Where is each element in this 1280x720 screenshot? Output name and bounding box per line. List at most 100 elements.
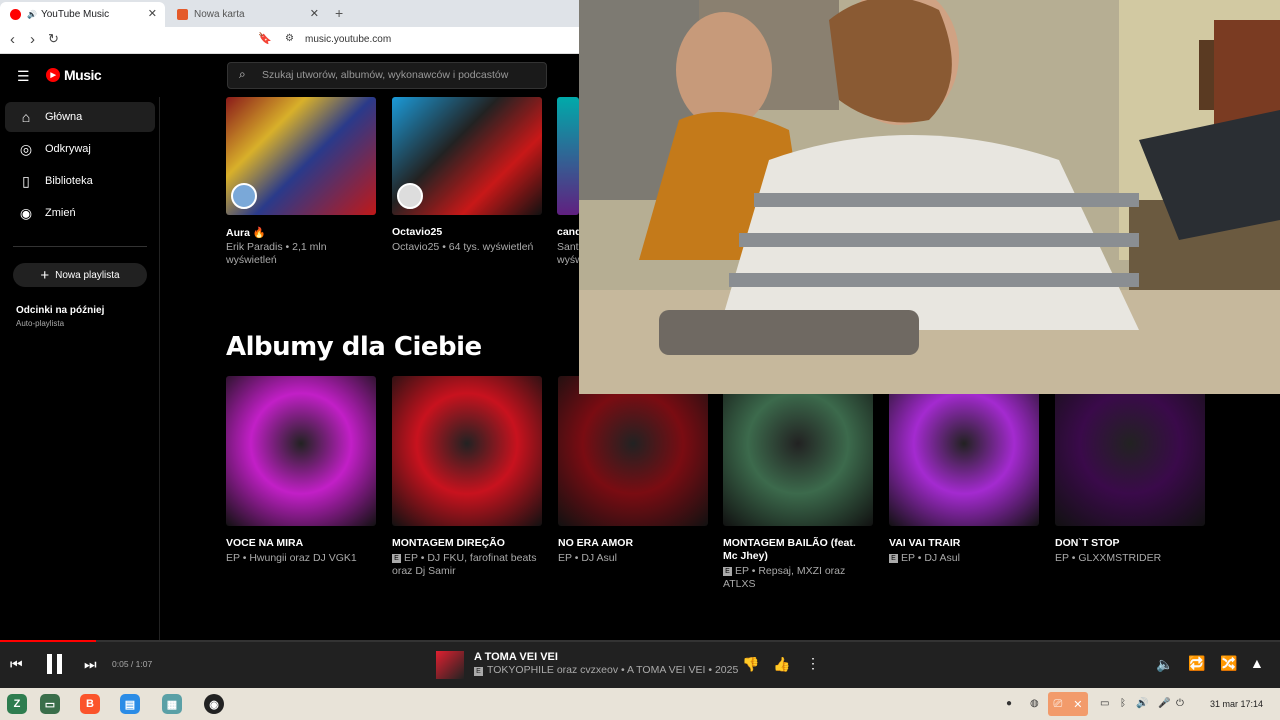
upgrade-icon: ◉ (19, 204, 33, 221)
album-card-subtitle-text: EP • DJ FKU, farofinat beats oraz Dj Sam… (392, 552, 537, 577)
search-input[interactable]: ⌕ Szukaj utworów, albumów, wykonawców i … (227, 62, 547, 89)
tray-display-icon[interactable]: ▭ (1100, 698, 1109, 709)
now-playing-subtitle[interactable]: E TOKYOPHILE oraz cvzxeov • A TOMA VEI VE… (474, 664, 738, 676)
album-card-title[interactable]: MONTAGEM BAILÃO (feat. Mc Jhey) (723, 537, 873, 563)
album-card-title[interactable]: VAI VAI TRAIR (889, 537, 1039, 550)
section-title[interactable]: Albumy dla Ciebie (226, 332, 482, 362)
back-icon[interactable]: ‹ (10, 31, 15, 48)
tab-new-tab[interactable]: Nowa karta ✕ (167, 2, 327, 27)
tray-power-icon[interactable]: ⏻ (1176, 698, 1184, 709)
album-card-title[interactable]: DON`T STOP (1055, 537, 1205, 550)
next-icon[interactable]: ⏭ (84, 656, 97, 673)
youtube-music-logo-icon: ▶ (46, 68, 60, 82)
now-playing-title[interactable]: A TOMA VEI VEI (474, 651, 558, 663)
album-card-subtitle: E EP • Repsaj, MXZI oraz ATLXS (723, 565, 873, 591)
album-card-image[interactable] (889, 376, 1039, 526)
sidebar-item-upgrade[interactable]: ◉ Zmień (5, 198, 155, 228)
now-playing-thumbnail[interactable] (436, 651, 464, 679)
playlist-subtitle: Auto-playlista (16, 319, 65, 328)
app-logo[interactable]: ▶ Music (46, 67, 102, 83)
album-card-image[interactable] (1055, 376, 1205, 526)
now-playing-subtitle-text: TOKYOPHILE oraz cvzxeov • A TOMA VEI VEI… (487, 664, 739, 676)
tab-title: YouTube Music (40, 9, 110, 20)
artist-card-title[interactable]: Aura 🔥 (226, 226, 266, 239)
artist-card-subtitle: Erik Paradis • 2,1 mln wyświetleń (226, 241, 327, 266)
audio-playing-icon: 🔊 (27, 10, 37, 19)
explicit-badge-icon: E (889, 553, 898, 563)
file-manager-icon[interactable]: ▦ (162, 694, 182, 714)
album-card-image[interactable] (723, 376, 873, 526)
forward-icon[interactable]: › (30, 31, 35, 48)
album-card-image[interactable] (392, 376, 542, 526)
search-placeholder: Szukaj utworów, albumów, wykonawców i po… (262, 69, 509, 81)
album-card-subtitle: E EP • DJ Asul (889, 552, 1039, 565)
artist-card-image[interactable] (392, 97, 542, 215)
sidebar-item-home[interactable]: ⌂ Główna (5, 102, 155, 132)
tray-obs-icon[interactable]: ● (1006, 698, 1012, 709)
new-tab-button[interactable]: + (335, 5, 343, 21)
shuffle-icon[interactable]: 🔀 (1220, 655, 1237, 672)
sidebar-item-explore[interactable]: ◎ Odkrywaj (5, 134, 155, 164)
obs-studio-icon[interactable]: ◉ (204, 694, 224, 714)
os-taskbar (0, 688, 1280, 720)
show-desktop-icon[interactable]: ▭ (40, 694, 60, 714)
site-settings-icon[interactable]: ⚙ (285, 33, 294, 44)
tray-notification-icon[interactable]: ⎚ ✕ (1048, 692, 1088, 716)
search-icon: ⌕ (239, 67, 246, 81)
more-options-icon[interactable]: ⋮ (806, 655, 820, 672)
start-menu-icon[interactable]: Z (7, 694, 27, 714)
reload-icon[interactable]: ↻ (48, 31, 59, 47)
album-card-image[interactable] (558, 376, 708, 526)
url-field[interactable]: music.youtube.com (305, 34, 391, 45)
album-card-subtitle-text: EP • Hwungii oraz DJ VGK1 (226, 552, 357, 564)
sidebar-divider (13, 246, 147, 247)
sidebar-item-library[interactable]: ▯ Biblioteka (5, 166, 155, 196)
volume-icon[interactable]: 🔈 (1156, 656, 1173, 673)
explicit-badge-icon: E (392, 553, 401, 563)
previous-icon[interactable]: ⏮ (10, 656, 23, 673)
tray-bluetooth-icon[interactable]: ᛒ (1120, 698, 1126, 709)
pause-icon (47, 654, 52, 674)
artist-card-title[interactable]: Octavio25 (392, 226, 442, 238)
new-playlist-button[interactable]: + Nowa playlista (13, 263, 147, 287)
album-card-subtitle: EP • Hwungii oraz DJ VGK1 (226, 552, 376, 565)
album-card-title[interactable]: MONTAGEM DIREÇÃO (392, 537, 542, 550)
time-display: 0:05 / 1:07 (112, 659, 153, 669)
close-tab-icon[interactable]: ✕ (310, 7, 319, 20)
thumbs-up-icon[interactable]: 👍 (773, 656, 790, 673)
tray-network-icon[interactable]: ◍ (1030, 698, 1039, 709)
avatar (231, 183, 257, 209)
webcam-overlay (579, 0, 1280, 394)
artist-card-image[interactable] (226, 97, 376, 215)
playlist-title[interactable]: Odcinki na później (16, 305, 104, 316)
avatar (397, 183, 423, 209)
artist-card-title[interactable]: cand (557, 226, 579, 238)
sidebar-item-label: Biblioteka (45, 175, 93, 187)
album-card-title[interactable]: VOCE NA MIRA (226, 537, 376, 550)
album-card-subtitle: E EP • DJ FKU, farofinat beats oraz Dj Sa… (392, 552, 542, 578)
menu-icon[interactable]: ☰ (17, 68, 30, 85)
pause-icon-bar (57, 654, 62, 674)
tray-microphone-icon[interactable]: 🎤 (1158, 698, 1170, 709)
screen-share-icon: ⎚ (1053, 697, 1063, 710)
expand-player-icon[interactable]: ▲ (1250, 655, 1264, 671)
sidebar-item-label: Zmień (45, 207, 76, 219)
youtube-music-favicon-icon (10, 9, 21, 20)
brave-favicon-icon (177, 9, 188, 20)
software-store-icon[interactable]: ▤ (120, 694, 140, 714)
tab-youtube-music[interactable]: 🔊 YouTube Music ✕ (0, 2, 165, 27)
clock[interactable]: 31 mar 17:14 (1210, 699, 1263, 709)
sidebar-item-label: Odkrywaj (45, 143, 91, 155)
thumbs-down-icon[interactable]: 👎 (742, 656, 759, 673)
album-card-title[interactable]: NO ERA AMOR (558, 537, 708, 550)
bookmark-icon[interactable]: 🔖 (258, 32, 272, 45)
album-card-image[interactable] (226, 376, 376, 526)
brave-browser-icon[interactable]: B (80, 694, 100, 714)
close-tab-icon[interactable]: ✕ (148, 7, 157, 20)
artist-card-image[interactable] (557, 97, 579, 215)
pause-button[interactable] (46, 654, 64, 674)
repeat-icon[interactable]: 🔁 (1188, 655, 1205, 672)
tray-volume-icon[interactable]: 🔊 (1136, 698, 1148, 709)
close-icon: ✕ (1073, 698, 1083, 711)
new-playlist-label: Nowa playlista (55, 269, 120, 281)
